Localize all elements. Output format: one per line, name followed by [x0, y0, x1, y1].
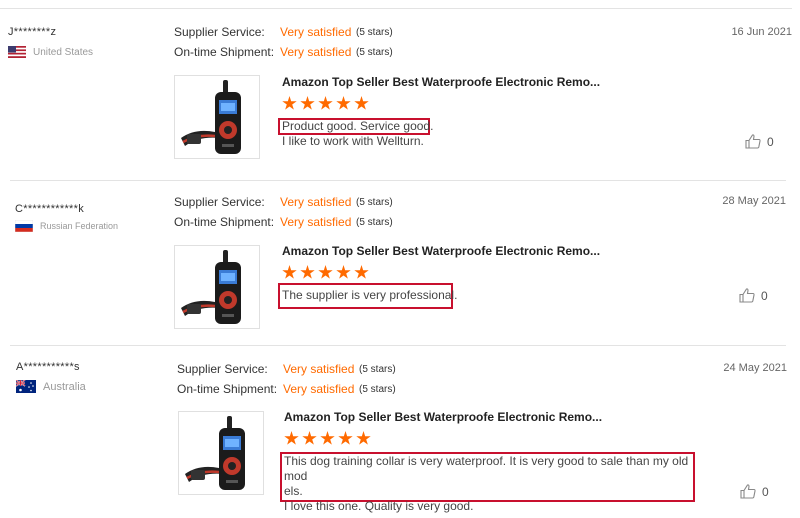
reviewer-name: J********z: [8, 26, 57, 38]
reviewer-country: United States: [8, 46, 93, 58]
country-label: Russian Federation: [40, 221, 119, 231]
rating-value: Very satisfied: [280, 195, 352, 209]
review-divider: [10, 345, 786, 346]
country-label: Australia: [43, 380, 86, 393]
rating-value: Very satisfied: [280, 25, 352, 39]
review-item: C************k Russian Federation Suppli…: [0, 178, 800, 346]
product-star-rating: [284, 431, 371, 446]
rating-label: Supplier Service:: [177, 362, 268, 376]
star-icon: [338, 431, 353, 445]
review-item: A***********s Australia Supplier Service…: [0, 344, 800, 518]
star-icon: [300, 96, 315, 110]
review-divider: [10, 180, 786, 181]
like-count: 0: [761, 288, 768, 303]
country-label: United States: [33, 46, 94, 58]
rating-value: Very satisfied: [280, 215, 352, 229]
review-text: Product good. Service good. I like to wo…: [282, 119, 433, 149]
supplier-service-rating: Supplier Service: Very satisfied (5 star…: [174, 25, 393, 39]
star-icon: [282, 96, 297, 110]
star-icon: [300, 265, 315, 279]
star-icon: [284, 431, 299, 445]
rating-value: Very satisfied: [280, 45, 352, 59]
rating-stars-text: (5 stars): [356, 196, 393, 208]
review-date: 16 Jun 2021: [731, 26, 792, 38]
product-thumbnail[interactable]: [174, 75, 260, 159]
product-star-rating: [282, 265, 369, 280]
product-thumbnail[interactable]: [174, 245, 260, 329]
rating-label: Supplier Service:: [174, 195, 265, 209]
like-count: 0: [762, 484, 769, 499]
rating-stars-text: (5 stars): [356, 216, 393, 228]
rating-label: On-time Shipment:: [177, 382, 278, 396]
ru-flag-icon: [15, 220, 33, 232]
product-star-rating: [282, 96, 369, 111]
star-icon: [336, 96, 351, 110]
review-date: 24 May 2021: [723, 362, 787, 374]
thumbs-up-icon: [740, 484, 756, 499]
rating-stars-text: (5 stars): [356, 46, 393, 58]
rating-value: Very satisfied: [283, 382, 355, 396]
reviewer-name: A***********s: [16, 361, 80, 373]
reviewer-country: Russian Federation: [15, 220, 118, 232]
review-text-line: els.: [284, 484, 303, 498]
star-icon: [318, 96, 333, 110]
reviewer-country: Australia: [16, 380, 86, 393]
review-text-line: The supplier is very professional.: [282, 288, 458, 302]
review-text-line: I love this one. Quality is very good.: [284, 499, 474, 513]
product-thumbnail[interactable]: [178, 411, 264, 495]
supplier-service-rating: Supplier Service: Very satisfied (5 star…: [174, 195, 393, 209]
star-icon: [318, 265, 333, 279]
rating-label: Supplier Service:: [174, 25, 265, 39]
review-text-line: Product good. Service good.: [282, 119, 434, 133]
dog-collar-remote-image: [181, 250, 241, 324]
rating-stars-text: (5 stars): [359, 363, 396, 375]
review-text-line: I like to work with Wellturn.: [282, 134, 424, 148]
like-button[interactable]: 0: [739, 288, 768, 303]
rating-stars-text: (5 stars): [356, 26, 393, 38]
reviewer-name: C************k: [15, 203, 85, 215]
like-count: 0: [767, 134, 774, 149]
thumbs-up-icon: [745, 134, 761, 149]
dog-collar-remote-image: [185, 416, 245, 490]
review-item: J********z United States Supplier Servic…: [0, 0, 800, 180]
like-button[interactable]: 0: [745, 134, 774, 149]
review-text: This dog training collar is very waterpr…: [284, 454, 694, 514]
product-title-link[interactable]: Amazon Top Seller Best Waterproofe Elect…: [282, 244, 600, 258]
star-icon: [336, 265, 351, 279]
review-text: The supplier is very professional.: [282, 288, 457, 303]
shipment-rating: On-time Shipment: Very satisfied (5 star…: [174, 215, 393, 229]
review-text-line: This dog training collar is very waterpr…: [284, 454, 689, 483]
dog-collar-remote-image: [181, 80, 241, 154]
us-flag-icon: [8, 46, 26, 58]
star-icon: [282, 265, 297, 279]
rating-stars-text: (5 stars): [359, 383, 396, 395]
review-date: 28 May 2021: [722, 195, 786, 207]
shipment-rating: On-time Shipment: Very satisfied (5 star…: [177, 382, 396, 396]
rating-label: On-time Shipment:: [174, 45, 275, 59]
shipment-rating: On-time Shipment: Very satisfied (5 star…: [174, 45, 393, 59]
star-icon: [302, 431, 317, 445]
rating-label: On-time Shipment:: [174, 215, 275, 229]
review-divider: [0, 8, 792, 9]
star-icon: [356, 431, 371, 445]
au-flag-icon: [16, 380, 36, 393]
star-icon: [354, 96, 369, 110]
star-icon: [320, 431, 335, 445]
like-button[interactable]: 0: [740, 484, 769, 499]
thumbs-up-icon: [739, 288, 755, 303]
product-title-link[interactable]: Amazon Top Seller Best Waterproofe Elect…: [284, 410, 602, 424]
rating-value: Very satisfied: [283, 362, 355, 376]
star-icon: [354, 265, 369, 279]
product-title-link[interactable]: Amazon Top Seller Best Waterproofe Elect…: [282, 75, 600, 89]
supplier-service-rating: Supplier Service: Very satisfied (5 star…: [177, 362, 396, 376]
